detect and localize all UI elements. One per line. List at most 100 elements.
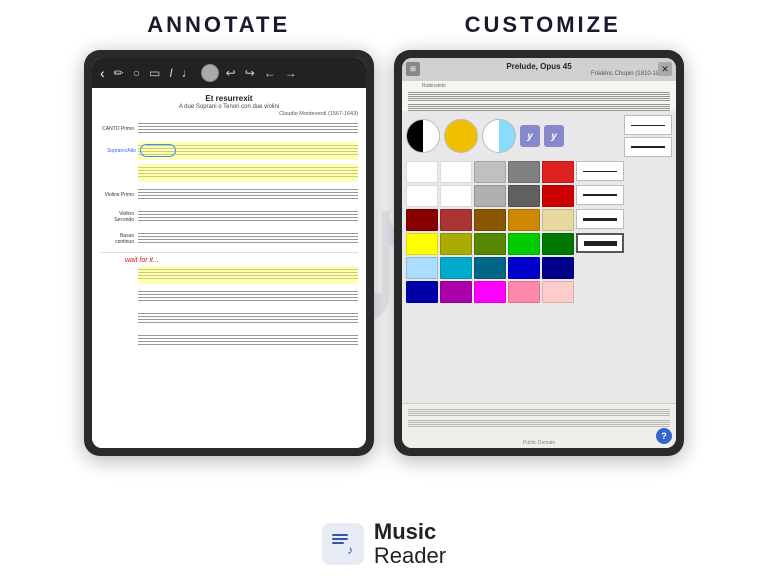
icon-line1 — [332, 534, 348, 536]
color-teal[interactable] — [474, 257, 506, 279]
app-sub: Reader — [374, 544, 446, 568]
staff-row-soprano: Soprano/Alto — [100, 142, 358, 160]
color-row-6 — [406, 281, 672, 303]
wait-text: wait for it... — [125, 257, 358, 264]
bottom-score-strip: Public Domain ? — [402, 403, 676, 448]
line-bar-6 — [584, 241, 617, 246]
line-bar-3 — [583, 171, 618, 172]
color-dgrey[interactable] — [508, 185, 540, 207]
black-white-swatch[interactable] — [406, 119, 440, 153]
color-lightpink[interactable] — [542, 281, 574, 303]
sheet-bottom: wait for it... — [100, 252, 358, 350]
color-medred[interactable] — [440, 209, 472, 231]
right-header: ⊞ Prelude, Opus 45 Frédéric Chopin (1810… — [402, 58, 676, 81]
color-picker[interactable] — [201, 64, 219, 82]
line-bar-thin — [631, 125, 666, 126]
staff-label-violino2: Violino Secondo — [100, 211, 138, 223]
next-page-icon[interactable]: → — [283, 64, 299, 82]
customize-screen: ⊞ Prelude, Opus 45 Frédéric Chopin (1810… — [402, 58, 676, 448]
spacer-5 — [576, 257, 624, 279]
color-row-3 — [406, 209, 672, 231]
undo-icon[interactable]: ↩ — [224, 64, 238, 82]
rectangle-tool-icon[interactable]: ▭ — [147, 64, 162, 82]
annotation-toolbar: ‹ ✏ ○ ▭ I ♩ ↩ ↪ ← → — [92, 58, 366, 88]
bottom-lines-4 — [138, 332, 358, 350]
line-bar-4 — [583, 194, 618, 196]
y-button-1[interactable]: y — [520, 125, 540, 147]
bottom-highlight-1 — [138, 266, 358, 284]
color-green[interactable] — [508, 233, 540, 255]
mini-staff-2 — [408, 104, 670, 111]
color-row-1 — [406, 161, 672, 183]
staff-lines-violino1 — [138, 186, 358, 204]
close-button[interactable]: ✕ — [658, 62, 672, 76]
color-lightblue[interactable] — [406, 257, 438, 279]
color-darkred[interactable] — [406, 209, 438, 231]
bottom-staff-3 — [100, 310, 358, 328]
color-yellow[interactable] — [406, 233, 438, 255]
footer-text: Music Reader — [374, 520, 446, 568]
svg-text:♪: ♪ — [347, 543, 353, 557]
color-white-1[interactable] — [406, 161, 438, 183]
app-icon: ♪ — [322, 523, 364, 565]
color-cyan[interactable] — [440, 257, 472, 279]
color-row-2 — [406, 185, 672, 207]
color-darkyellow[interactable] — [440, 233, 472, 255]
line-weight-medium[interactable] — [624, 137, 672, 157]
mini-staff-1 — [408, 92, 670, 102]
staff-row-violino2: Violino Secondo — [100, 208, 358, 226]
color-brown[interactable] — [474, 209, 506, 231]
y-button-2[interactable]: y — [544, 125, 564, 147]
help-button[interactable]: ? — [656, 428, 672, 444]
cyan-white-swatch[interactable] — [482, 119, 516, 153]
color-mgrey[interactable] — [474, 185, 506, 207]
staff-label-violino1: Violino Primo — [100, 192, 138, 198]
note-tool-icon[interactable]: ♩ — [180, 64, 196, 82]
yellow-swatch[interactable] — [444, 119, 478, 153]
color-orange[interactable] — [508, 209, 540, 231]
bottom-score-lines — [408, 409, 670, 429]
color-lgrey[interactable] — [474, 161, 506, 183]
staff-lines-violino2 — [138, 208, 358, 226]
text-tool-icon[interactable]: I — [167, 64, 174, 82]
color-purple[interactable] — [440, 281, 472, 303]
staff-row-canto: CANTO Primo — [100, 120, 358, 138]
color-white-4[interactable] — [440, 185, 472, 207]
icon-line2 — [332, 538, 348, 540]
color-hotpink[interactable] — [508, 281, 540, 303]
circle-tool-icon[interactable]: ○ — [131, 64, 142, 82]
color-tan[interactable] — [542, 209, 574, 231]
bottom-staff-4 — [100, 332, 358, 350]
color-darkblue[interactable] — [542, 257, 574, 279]
color-darkgreen[interactable] — [542, 233, 574, 255]
color-white-3[interactable] — [406, 185, 438, 207]
color-navyblue[interactable] — [406, 281, 438, 303]
line-weight-3[interactable] — [576, 161, 624, 181]
staff-row-violino1: Violino Primo — [100, 186, 358, 204]
line-weight-4[interactable] — [576, 185, 624, 205]
color-magenta[interactable] — [474, 281, 506, 303]
music-reader-icon: ♪ — [327, 528, 359, 560]
back-button[interactable]: ‹ — [98, 63, 107, 83]
line-weight-6[interactable] — [576, 233, 624, 253]
right-score-composer: Frédéric Chopin (1810-1849) — [410, 71, 668, 77]
line-weight-5[interactable] — [576, 209, 624, 229]
icon-line3 — [332, 542, 344, 544]
color-olivegrn[interactable] — [474, 233, 506, 255]
prev-page-icon[interactable]: ← — [262, 64, 278, 82]
color-red-bright[interactable] — [542, 161, 574, 183]
color-white-2[interactable] — [440, 161, 472, 183]
color-blue[interactable] — [508, 257, 540, 279]
color-grey[interactable] — [508, 161, 540, 183]
sheet-title: Et resurrexit — [100, 94, 358, 103]
footer: ♪ Music Reader — [322, 508, 446, 576]
staff-lines-soprano — [138, 142, 358, 160]
public-domain-label: Public Domain — [523, 440, 555, 446]
line-weight-thin[interactable] — [624, 115, 672, 135]
customize-inner: ⊞ Prelude, Opus 45 Frédéric Chopin (1810… — [402, 58, 676, 448]
color-red[interactable] — [542, 185, 574, 207]
redo-icon[interactable]: ↪ — [243, 64, 257, 82]
top-swatch-row: y y — [406, 115, 672, 157]
pencil-icon[interactable]: ✏ — [112, 64, 126, 82]
grid-view-button[interactable]: ⊞ — [406, 62, 420, 76]
